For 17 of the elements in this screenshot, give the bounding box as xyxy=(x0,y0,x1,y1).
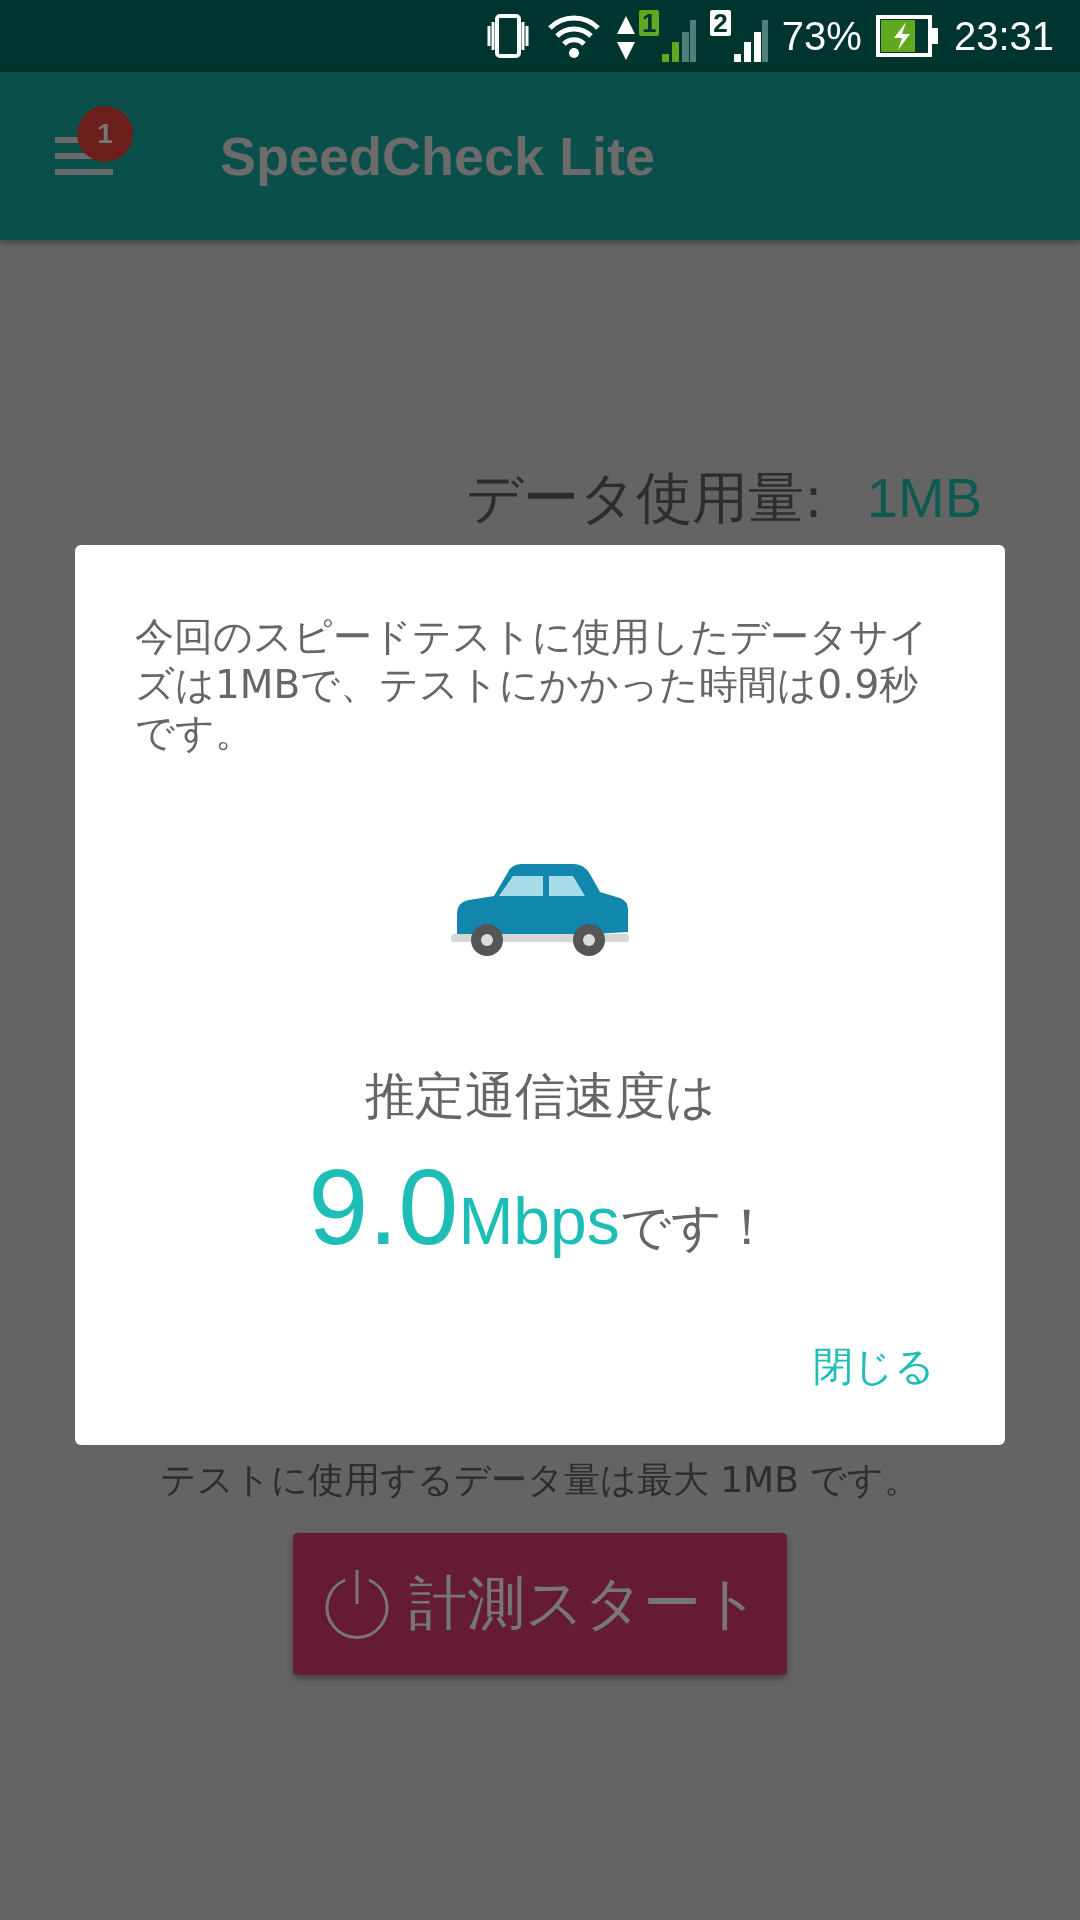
notification-badge: 1 xyxy=(77,106,133,162)
signal-icon xyxy=(662,18,697,62)
speed-headline: 推定通信速度は xyxy=(364,1066,716,1127)
signal-icon xyxy=(733,18,768,62)
clock: 23:31 xyxy=(953,16,1054,56)
start-button[interactable]: 計測スタート xyxy=(293,1533,787,1675)
close-button[interactable]: 閉じる xyxy=(813,1339,935,1394)
car-icon xyxy=(449,862,631,958)
battery-charging-icon xyxy=(875,14,940,58)
dialog-message: 今回のスピードテストに使用したデータサイズは1MBで、テストにかかった時間は0.9秒です。 xyxy=(135,613,930,757)
battery-percent: 73% xyxy=(781,16,862,56)
app-title: SpeedCheck Lite xyxy=(220,125,656,187)
data-arrows-icon xyxy=(615,14,636,62)
data-usage-value: 1MB xyxy=(866,470,982,526)
sim-number: 2 xyxy=(710,10,731,36)
sim-number: 1 xyxy=(638,10,660,36)
speed-result: 9.0Mbpsです！ xyxy=(308,1145,772,1269)
